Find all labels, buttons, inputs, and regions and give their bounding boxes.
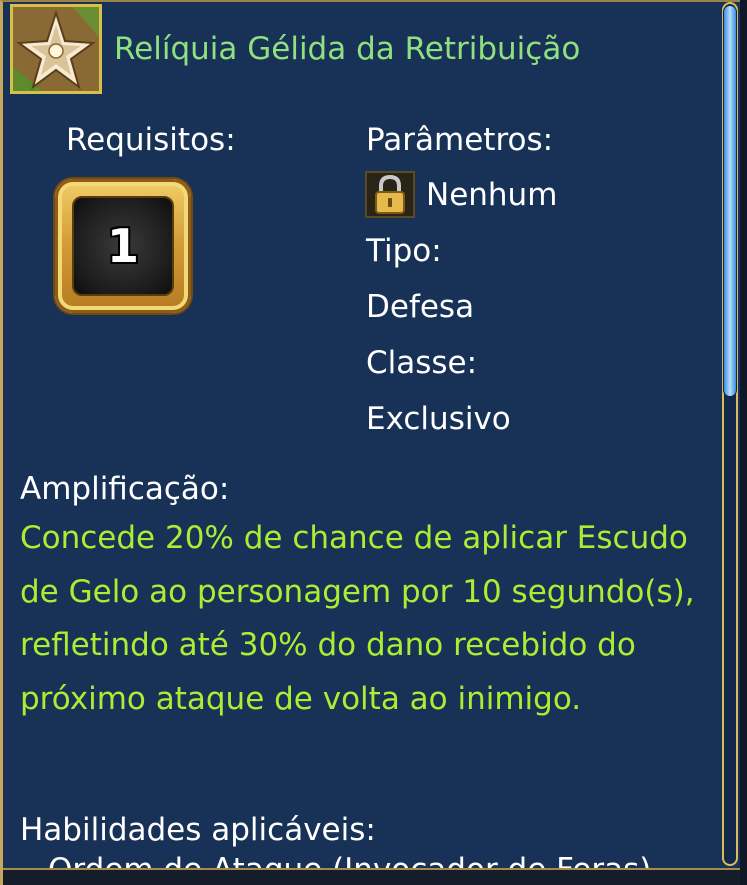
right-edge-frame (740, 0, 747, 885)
star-relic-graphic (13, 7, 99, 91)
parameters-value: Nenhum (426, 177, 558, 213)
level-requirement-badge: 1 (55, 179, 191, 313)
lock-icon (365, 171, 415, 218)
type-label: Tipo: (366, 233, 442, 269)
relic-star-icon[interactable] (10, 4, 102, 94)
scrollbar-thumb[interactable] (724, 6, 736, 396)
requirements-label: Requisitos: (66, 122, 236, 158)
amplification-label: Amplificação: (20, 471, 230, 507)
item-tooltip-panel: Relíquia Gélida da Retribuição Requisito… (0, 0, 747, 885)
amplification-description: Concede 20% de chance de aplicar Escudo … (20, 520, 695, 717)
item-title: Relíquia Gélida da Retribuição (114, 31, 581, 67)
padlock-graphic (375, 174, 405, 214)
bottom-border (3, 868, 747, 885)
level-number: 1 (106, 219, 139, 273)
class-label: Classe: (366, 345, 478, 381)
class-value: Exclusivo (366, 401, 511, 437)
level-badge-inner: 1 (72, 196, 174, 296)
parameters-label: Parâmetros: (366, 122, 554, 158)
applicable-skills-label: Habilidades aplicáveis: (20, 812, 376, 848)
type-value: Defesa (366, 289, 475, 325)
